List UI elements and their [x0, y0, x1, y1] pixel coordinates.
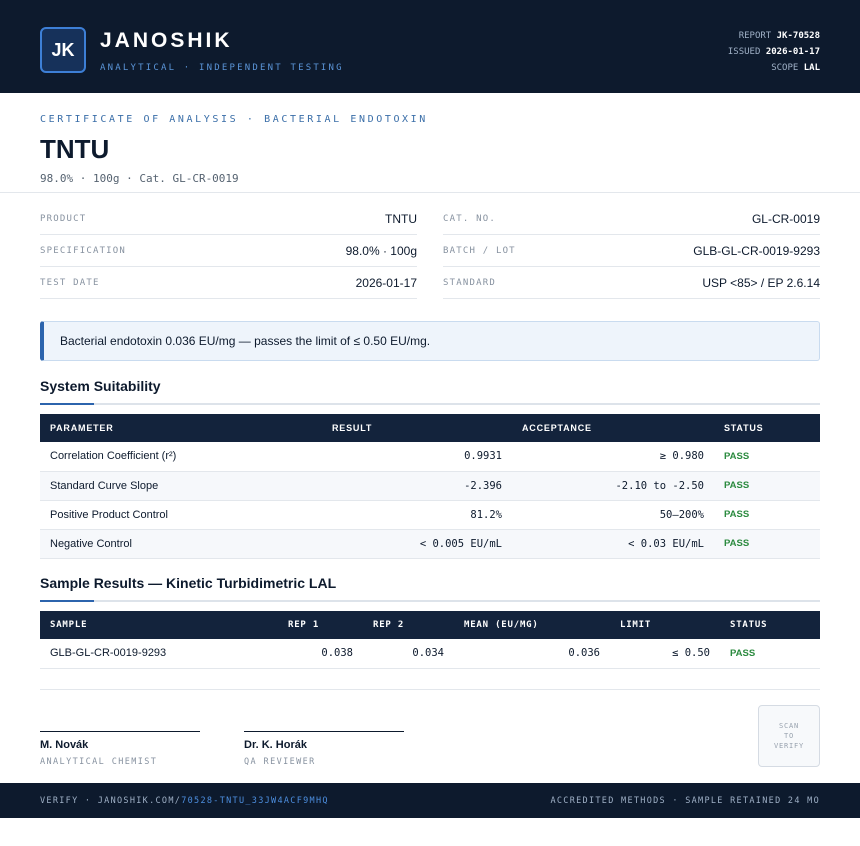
footer-note: ACCREDITED METHODS · SAMPLE RETAINED 24 … [550, 795, 820, 806]
info-row: BATCH / LOT GLB-GL-CR-0019-9293 [443, 235, 820, 267]
divider [40, 689, 820, 690]
samples-table: SAMPLE REP 1 REP 2 MEAN (EU/MG) LIMIT ST… [40, 611, 820, 669]
verify-text: VERIFY · JANOSHIK.COM/70528-TNTU_33JW4AC… [40, 795, 329, 806]
issued-date: 2026-01-17 [765, 47, 820, 57]
table-row: Standard Curve Slope -2.396 -2.10 to -2.… [40, 471, 820, 501]
page-title: TNTU [40, 134, 110, 164]
info-row: SPECIFICATION 98.0% · 100g [40, 235, 417, 267]
table-row: GLB-GL-CR-0019-9293 0.038 0.034 0.036 ≤ … [40, 639, 820, 669]
report-header: JK JANOSHIK ANALYTICAL · INDEPENDENT TES… [0, 0, 860, 93]
table-row: Positive Product Control 81.2% 50–200% P… [40, 500, 820, 530]
column-header: REP 2 [363, 611, 454, 639]
issued-row: ISSUED 2026-01-17 [727, 47, 820, 57]
result-notice: Bacterial endotoxin 0.036 EU/mg — passes… [40, 321, 820, 361]
column-header: RESULT [322, 414, 512, 442]
column-header: SAMPLE [40, 611, 278, 639]
table-header-row: PARAMETER RESULT ACCEPTANCE STATUS [40, 414, 820, 442]
brand-tagline: ANALYTICAL · INDEPENDENT TESTING [100, 63, 344, 73]
section-title-suitability: System Suitability [40, 378, 161, 394]
table-row: Correlation Coefficient (r²) 0.9931 ≥ 0.… [40, 442, 820, 472]
report-id-row: REPORT JK-70528 [738, 31, 820, 41]
column-header: REP 1 [278, 611, 363, 639]
report-footer: VERIFY · JANOSHIK.COM/70528-TNTU_33JW4AC… [0, 783, 860, 818]
certificate-label: CERTIFICATE OF ANALYSIS · BACTERIAL ENDO… [40, 114, 428, 125]
status-badge: PASS [714, 442, 820, 472]
column-header: LIMIT [610, 611, 720, 639]
column-header: STATUS [720, 611, 820, 639]
table-header-row: SAMPLE REP 1 REP 2 MEAN (EU/MG) LIMIT ST… [40, 611, 820, 639]
report-id: JK-70528 [776, 31, 820, 41]
report-meta: REPORT JK-70528 ISSUED 2026-01-17 SCOPE … [728, 28, 820, 76]
scope-value: LAL [803, 63, 820, 73]
status-badge: PASS [714, 529, 820, 559]
signature-analyst: M. Novák ANALYTICAL CHEMIST [40, 731, 200, 767]
info-column-left: PRODUCT TNTU SPECIFICATION 98.0% · 100g … [40, 203, 417, 299]
status-badge: PASS [714, 500, 820, 530]
brand-name: JANOSHIK [100, 29, 233, 52]
status-badge: PASS [720, 639, 820, 669]
signature-reviewer: Dr. K. Horák QA REVIEWER [244, 731, 404, 767]
scope-row: SCOPE LAL [771, 63, 820, 73]
info-row: TEST DATE 2026-01-17 [40, 267, 417, 299]
info-row: PRODUCT TNTU [40, 203, 417, 235]
signatory-name: Dr. K. Horák [244, 739, 307, 751]
info-row: STANDARD USP <85> / EP 2.6.14 [443, 267, 820, 299]
column-header: PARAMETER [40, 414, 322, 442]
page-subtitle: 98.0% · 100g · Cat. GL-CR-0019 [40, 172, 239, 185]
verify-link[interactable]: 70528-TNTU_33JW4ACF9MHQ [181, 796, 329, 806]
column-header: STATUS [714, 414, 820, 442]
signatory-role: ANALYTICAL CHEMIST [40, 757, 158, 767]
column-header: MEAN (EU/MG) [454, 611, 610, 639]
section-rule [40, 403, 820, 405]
table-row: Negative Control < 0.005 EU/mL < 0.03 EU… [40, 529, 820, 559]
qr-verify-box[interactable]: SCAN TO VERIFY [758, 705, 820, 767]
divider [0, 192, 860, 193]
signatory-role: QA REVIEWER [244, 757, 316, 767]
section-rule [40, 600, 820, 602]
section-rule-accent [40, 600, 94, 602]
section-title-samples: Sample Results — Kinetic Turbidimetric L… [40, 575, 337, 591]
logo-badge: JK [40, 27, 86, 73]
section-rule-accent [40, 403, 94, 405]
suitability-table: PARAMETER RESULT ACCEPTANCE STATUS Corre… [40, 414, 820, 559]
status-badge: PASS [714, 471, 820, 501]
signatory-name: M. Novák [40, 739, 89, 751]
column-header: ACCEPTANCE [512, 414, 714, 442]
info-row: CAT. NO. GL-CR-0019 [443, 203, 820, 235]
info-column-right: CAT. NO. GL-CR-0019 BATCH / LOT GLB-GL-C… [443, 203, 820, 299]
